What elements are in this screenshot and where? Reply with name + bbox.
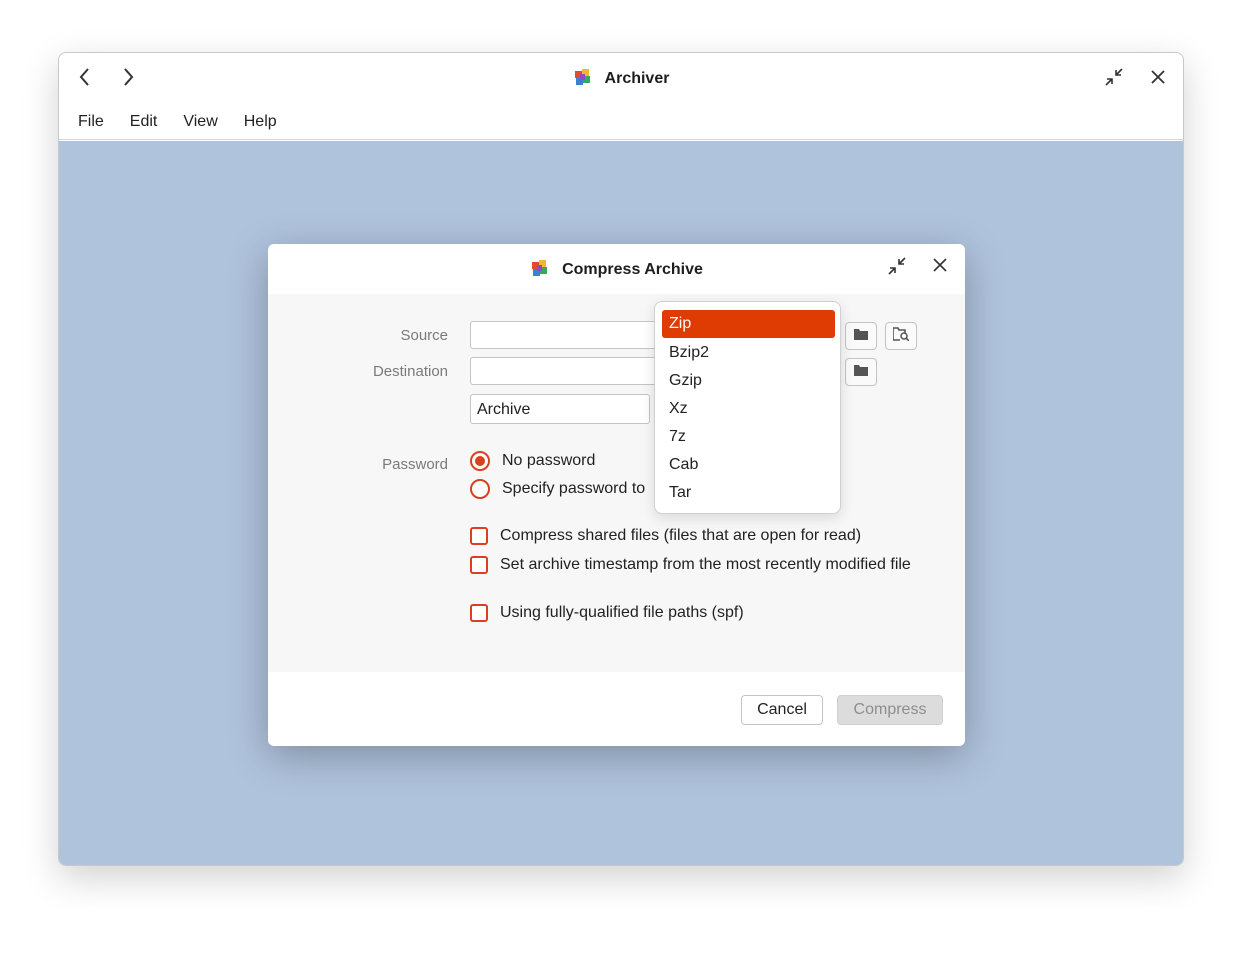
no-password-label: No password (502, 452, 596, 469)
format-option-cab[interactable]: Cab (662, 451, 835, 479)
archiver-app-icon (573, 67, 593, 92)
dialog-title-bar: Compress Archive (268, 258, 965, 282)
menubar: File Edit View Help (59, 105, 1183, 140)
cancel-button[interactable]: Cancel (741, 695, 823, 725)
archive-format-dropdown: Zip Bzip2 Gzip Xz 7z Cab Tar (654, 301, 841, 514)
menu-file[interactable]: File (69, 109, 113, 135)
format-option-zip[interactable]: Zip (662, 310, 835, 338)
app-title: Archiver (604, 70, 670, 87)
window-title: Archiver (59, 67, 1183, 91)
timestamp-label: Set archive timestamp from the most rece… (500, 556, 911, 573)
fully-qualified-paths-checkbox[interactable] (470, 604, 488, 622)
format-option-tar[interactable]: Tar (662, 479, 835, 507)
folder-icon (854, 327, 868, 345)
compress-shared-checkbox[interactable] (470, 527, 488, 545)
specify-password-label: Specify password to (502, 480, 646, 497)
no-password-radio[interactable] (470, 451, 490, 471)
restore-down-icon (1104, 67, 1124, 92)
restore-button[interactable] (1100, 65, 1128, 93)
dialog-body: Source Destination Archive Password No p… (268, 294, 965, 672)
folder-search-icon (892, 326, 910, 346)
source-browse-button[interactable] (885, 322, 917, 350)
menu-edit[interactable]: Edit (121, 109, 167, 135)
destination-label: Destination (372, 363, 448, 380)
dialog-title: Compress Archive (562, 261, 703, 278)
menu-help[interactable]: Help (235, 109, 286, 135)
format-option-7z[interactable]: 7z (662, 423, 835, 451)
specify-password-radio[interactable] (470, 479, 490, 499)
archive-name-input[interactable]: Archive (470, 394, 650, 424)
destination-folder-button[interactable] (845, 358, 877, 386)
specify-password-option[interactable]: Specify password to (470, 479, 645, 499)
folder-icon (854, 363, 868, 381)
compress-shared-option[interactable]: Compress shared files (files that are op… (470, 527, 861, 545)
format-option-bzip2[interactable]: Bzip2 (662, 339, 835, 367)
source-label: Source (400, 327, 448, 344)
timestamp-option[interactable]: Set archive timestamp from the most rece… (470, 556, 911, 574)
menu-view[interactable]: View (174, 109, 226, 135)
close-button[interactable] (1144, 65, 1172, 93)
dialog-restore-button[interactable] (883, 254, 911, 282)
close-icon (1150, 69, 1166, 90)
archiver-app-icon (530, 258, 550, 283)
format-option-gzip[interactable]: Gzip (662, 367, 835, 395)
fully-qualified-paths-option[interactable]: Using fully-qualified file paths (spf) (470, 604, 744, 622)
compress-button[interactable]: Compress (837, 695, 943, 725)
restore-down-icon (887, 256, 907, 281)
compress-archive-dialog: Compress Archive Source Destination Arch… (268, 244, 965, 746)
compress-shared-label: Compress shared files (files that are op… (500, 527, 862, 544)
dialog-close-button[interactable] (926, 253, 954, 281)
password-label: Password (382, 456, 448, 473)
fully-qualified-paths-label: Using fully-qualified file paths (spf) (500, 604, 744, 621)
format-option-xz[interactable]: Xz (662, 395, 835, 423)
close-icon (932, 257, 948, 278)
titlebar: Archiver (59, 53, 1183, 105)
timestamp-checkbox[interactable] (470, 556, 488, 574)
no-password-option[interactable]: No password (470, 451, 595, 471)
source-folder-button[interactable] (845, 322, 877, 350)
